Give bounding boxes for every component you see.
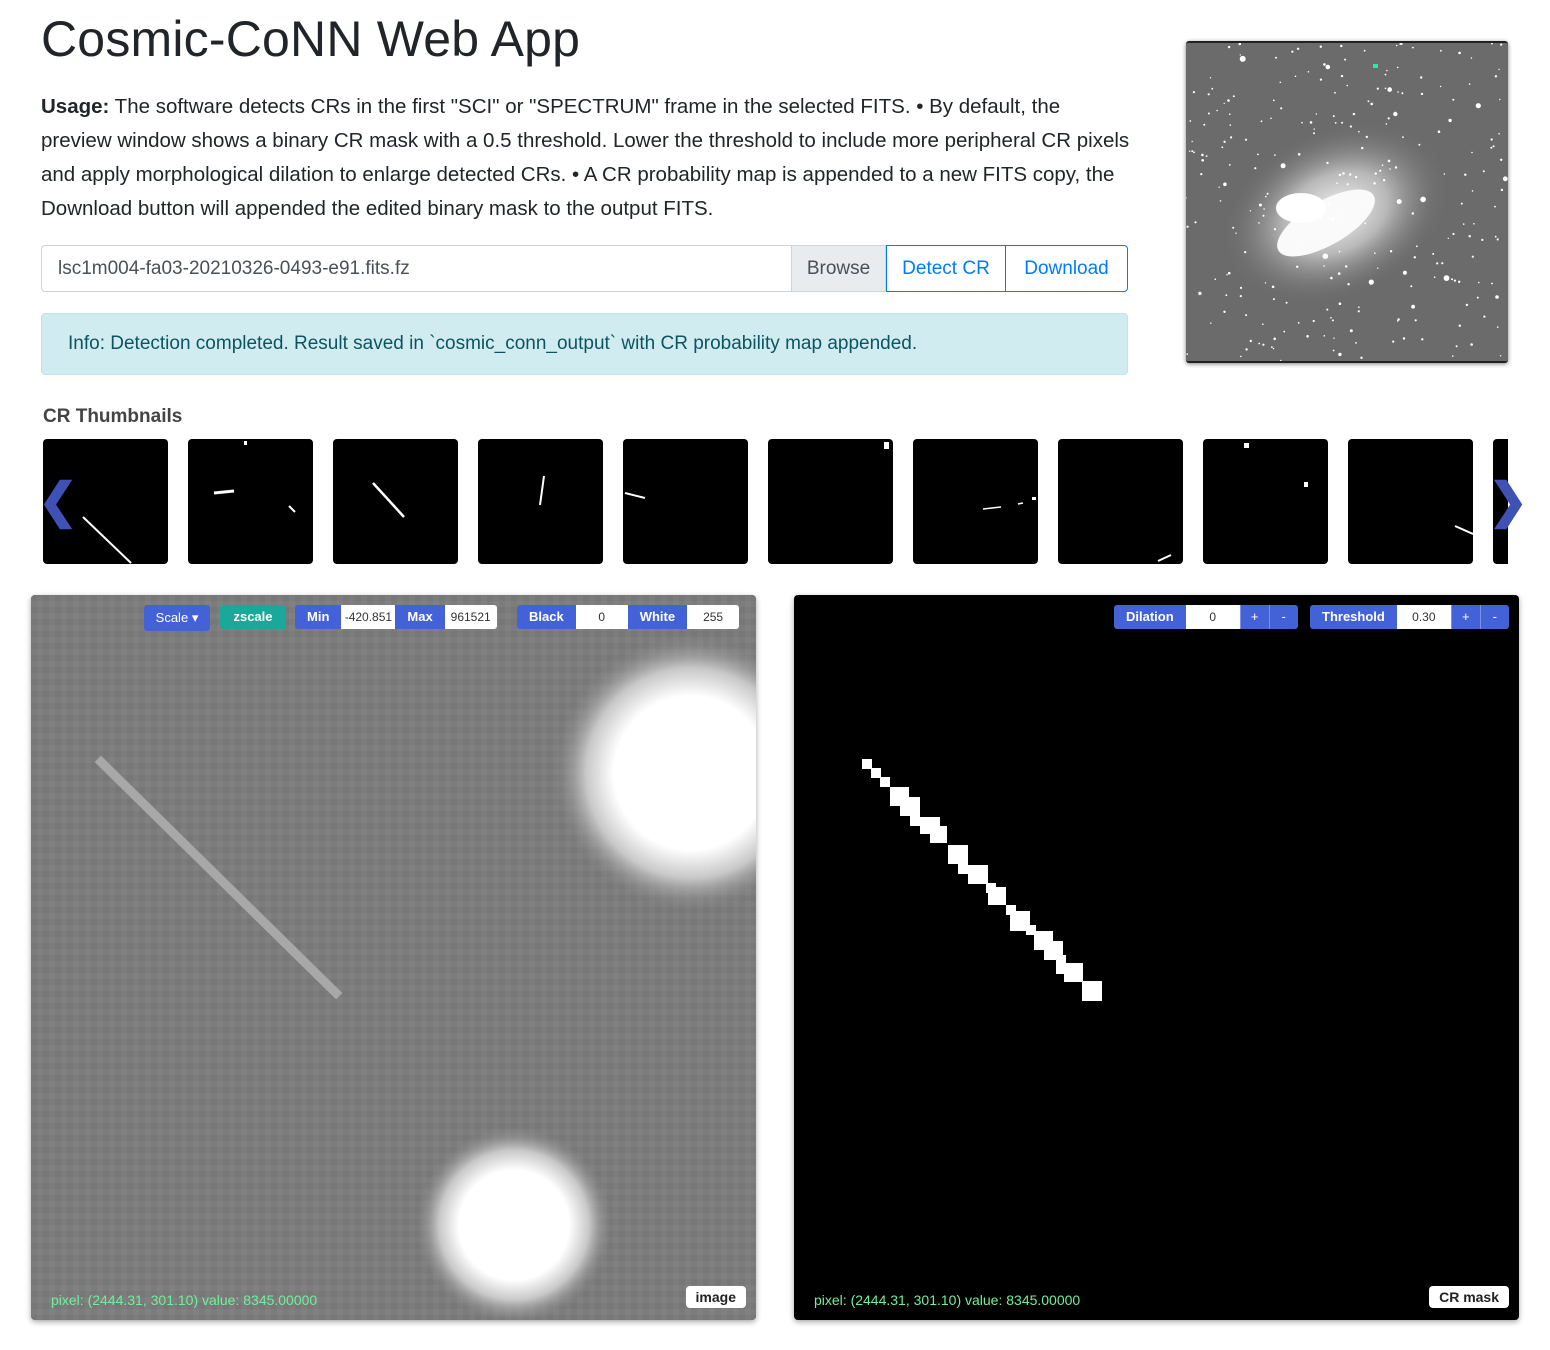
max-label: Max	[395, 605, 445, 629]
cr-thumbnail[interactable]	[768, 439, 893, 564]
fits-preview-image	[1186, 41, 1508, 363]
black-label: Black	[517, 605, 576, 629]
max-input[interactable]: 961521	[444, 605, 497, 629]
white-label: White	[627, 605, 688, 629]
info-alert: Info: Detection completed. Result saved …	[41, 313, 1128, 375]
scale-dropdown-button[interactable]: Scale ▾	[144, 605, 210, 631]
dilation-label: Dilation	[1114, 605, 1186, 629]
page-title: Cosmic-CoNN Web App	[41, 11, 581, 67]
usage-description: Usage: The software detects CRs in the f…	[41, 90, 1131, 226]
chevron-left-icon[interactable]: ❮	[38, 478, 78, 526]
threshold-decrease-button[interactable]: -	[1479, 605, 1509, 629]
black-white-control: Black 0 White 255	[517, 605, 740, 629]
cr-thumbnail[interactable]	[623, 439, 748, 564]
cr-thumbnail[interactable]	[1058, 439, 1183, 564]
threshold-input[interactable]: 0.30	[1396, 605, 1451, 629]
threshold-label: Threshold	[1310, 605, 1397, 629]
dilation-control: Dilation 0 + -	[1114, 605, 1298, 629]
cr-mask-panel[interactable]: Dilation 0 + - Threshold 0.30 + - pixel:…	[794, 595, 1519, 1320]
file-toolbar: lsc1m004-fa03-20210326-0493-e91.fits.fz …	[41, 245, 1128, 292]
cr-mask-tag: CR mask	[1429, 1286, 1509, 1308]
white-input[interactable]: 255	[687, 605, 740, 629]
browse-button[interactable]: Browse	[791, 245, 886, 292]
file-input[interactable]: lsc1m004-fa03-20210326-0493-e91.fits.fz	[41, 245, 791, 292]
black-input[interactable]: 0	[575, 605, 628, 629]
zscale-button[interactable]: zscale	[220, 605, 286, 629]
caret-down-icon: ▾	[191, 610, 199, 625]
min-input[interactable]: -420.851	[341, 605, 396, 629]
download-button[interactable]: Download	[1006, 245, 1128, 292]
pixel-readout: pixel: (2444.31, 301.10) value: 8345.000…	[51, 1292, 318, 1308]
threshold-increase-button[interactable]: +	[1450, 605, 1480, 629]
cr-thumbnail[interactable]	[333, 439, 458, 564]
cr-thumbnail[interactable]	[478, 439, 603, 564]
detect-cr-button[interactable]: Detect CR	[886, 245, 1006, 292]
dilation-increase-button[interactable]: +	[1239, 605, 1269, 629]
dilation-decrease-button[interactable]: -	[1268, 605, 1298, 629]
threshold-control: Threshold 0.30 + -	[1310, 605, 1509, 629]
cr-thumbnails-carousel	[43, 439, 1508, 564]
cr-thumbnail[interactable]	[1348, 439, 1473, 564]
min-label: Min	[295, 605, 342, 629]
dilation-input[interactable]: 0	[1185, 605, 1240, 629]
usage-label: Usage:	[41, 95, 110, 118]
cr-thumbnail[interactable]	[188, 439, 313, 564]
cr-thumbnails-label: CR Thumbnails	[43, 406, 183, 427]
usage-text: The software detects CRs in the first "S…	[41, 95, 1130, 220]
pixel-readout: pixel: (2444.31, 301.10) value: 8345.000…	[814, 1292, 1081, 1308]
min-max-control: Min -420.851 Max 961521	[295, 605, 497, 629]
nebula-preview-graphic	[1186, 43, 1508, 361]
science-image-canvas[interactable]	[31, 595, 756, 1320]
cr-thumbnail[interactable]	[913, 439, 1038, 564]
image-viewer-panel[interactable]: Scale ▾ zscale Min -420.851 Max 961521 B…	[31, 595, 756, 1320]
cr-thumbnail[interactable]	[1203, 439, 1328, 564]
chevron-right-icon[interactable]: ❯	[1488, 478, 1528, 526]
scale-label: Scale	[155, 610, 189, 625]
image-tag: image	[685, 1286, 746, 1308]
cr-mask-canvas[interactable]	[794, 595, 1519, 1320]
